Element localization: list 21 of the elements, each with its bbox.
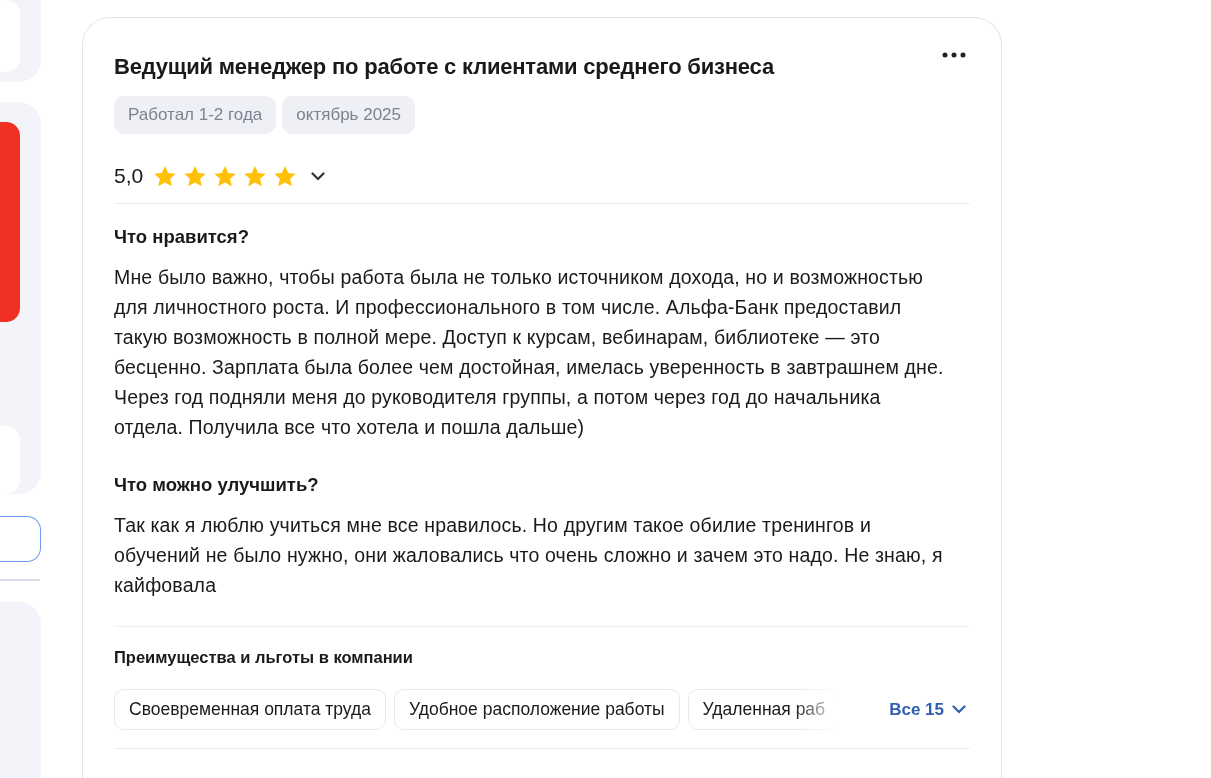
show-all-button[interactable]: Все 15 <box>885 699 970 720</box>
benefits-heading: Преимущества и льготы в компании <box>114 648 414 667</box>
chevron-down-icon <box>952 705 966 714</box>
info-tag: октябрь 2025 <box>282 96 415 134</box>
section-heading: Что нравится? <box>114 226 250 248</box>
review-title: Ведущий менеджер по работе с клиентами среднего бизнеса <box>114 54 774 80</box>
star-icon <box>213 164 238 188</box>
benefit-chip: Удобное расположение работы <box>394 689 680 730</box>
review-text: Мне было важно, чтобы работа была не только источником дохода, но и возможностью для личностного роста. И профессионального в том числе. Альфа-Банк предоставил такую возможность в полной мере. Доступ к курсам, вебинарам, библиотеке — это бесценно. Зарплата была более чем достойная, имелась уверенность в завтрашнем дне. Через год подняли меня до руководителя группы, а потом через год до начальника отдела. Получила все что хотела и пошла дальше) <box>114 265 945 440</box>
outlined-field <box>0 515 41 562</box>
star-icon <box>243 164 268 188</box>
star-icon <box>183 164 208 188</box>
section-heading: Что можно улучшить? <box>114 474 320 496</box>
rating-value: 5,0 <box>114 164 144 188</box>
more-icon <box>942 52 966 58</box>
benefit-chip: Своевременная оплата труда <box>114 689 386 730</box>
star-icon <box>153 164 178 188</box>
star-icon <box>273 164 298 188</box>
chevron-down-icon <box>311 171 326 181</box>
info-tag: Работал 1-2 года <box>114 96 277 134</box>
review-text: Так как я люблю учиться мне все нравилось. Но другим такое обилие тренингов и обучений не было нужно, они жаловались что очень сложно и зачем это надо. Не знаю, я кайфовала <box>114 513 944 598</box>
